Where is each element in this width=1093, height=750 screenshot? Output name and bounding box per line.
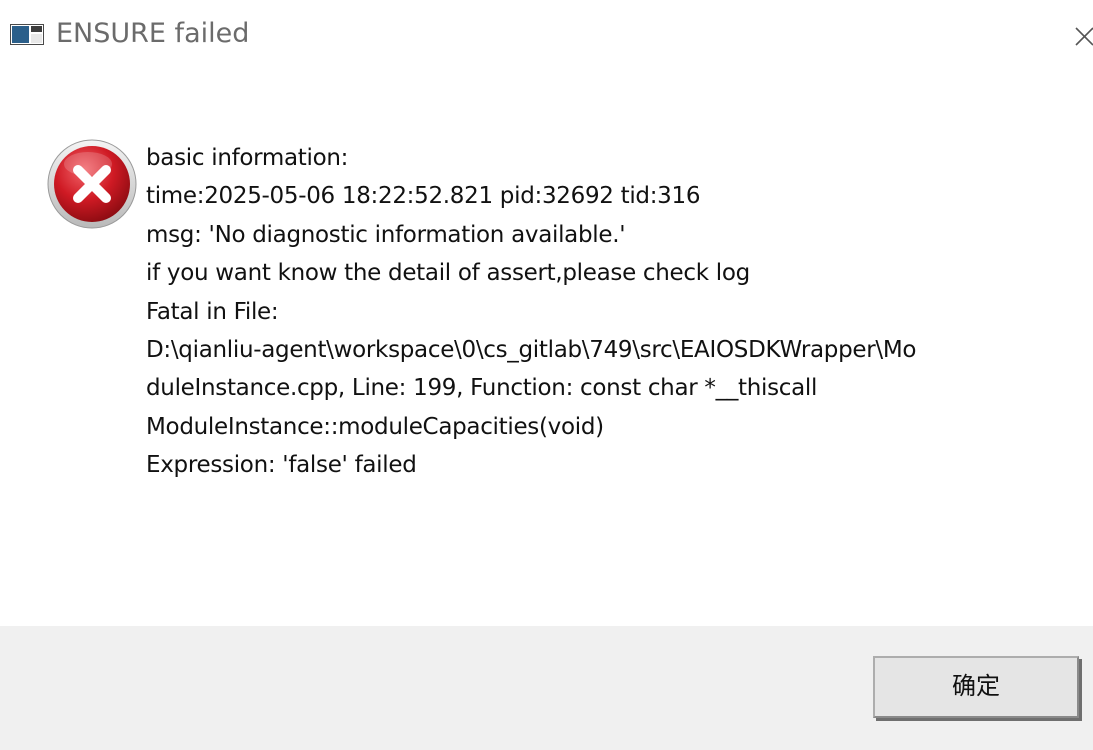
- title-bar[interactable]: ENSURE failed: [0, 0, 1093, 68]
- message-line: ModuleInstance::moduleCapacities(void): [146, 413, 604, 440]
- window-title: ENSURE failed: [56, 18, 250, 49]
- message-line: msg: 'No diagnostic information availabl…: [146, 221, 626, 248]
- error-message: basic information: time:2025-05-06 18:22…: [146, 139, 1086, 485]
- message-area: basic information: time:2025-05-06 18:22…: [0, 68, 1093, 626]
- message-line: Expression: 'false' failed: [146, 452, 417, 479]
- close-icon[interactable]: [1064, 18, 1093, 52]
- message-line: time:2025-05-06 18:22:52.821 pid:32692 t…: [146, 183, 701, 210]
- app-window-icon: [10, 24, 44, 45]
- message-line: duleInstance.cpp, Line: 199, Function: c…: [146, 375, 818, 402]
- message-line: D:\qianliu-agent\workspace\0\cs_gitlab\7…: [146, 336, 917, 363]
- button-bar: 确定: [0, 626, 1093, 750]
- message-line: if you want know the detail of assert,pl…: [146, 260, 750, 287]
- error-icon: [47, 139, 137, 229]
- message-line: basic information:: [146, 145, 349, 171]
- message-line: Fatal in File:: [146, 298, 279, 325]
- ok-button[interactable]: 确定: [873, 656, 1079, 718]
- error-dialog: ENSURE failed basic information: time:20…: [0, 0, 1093, 750]
